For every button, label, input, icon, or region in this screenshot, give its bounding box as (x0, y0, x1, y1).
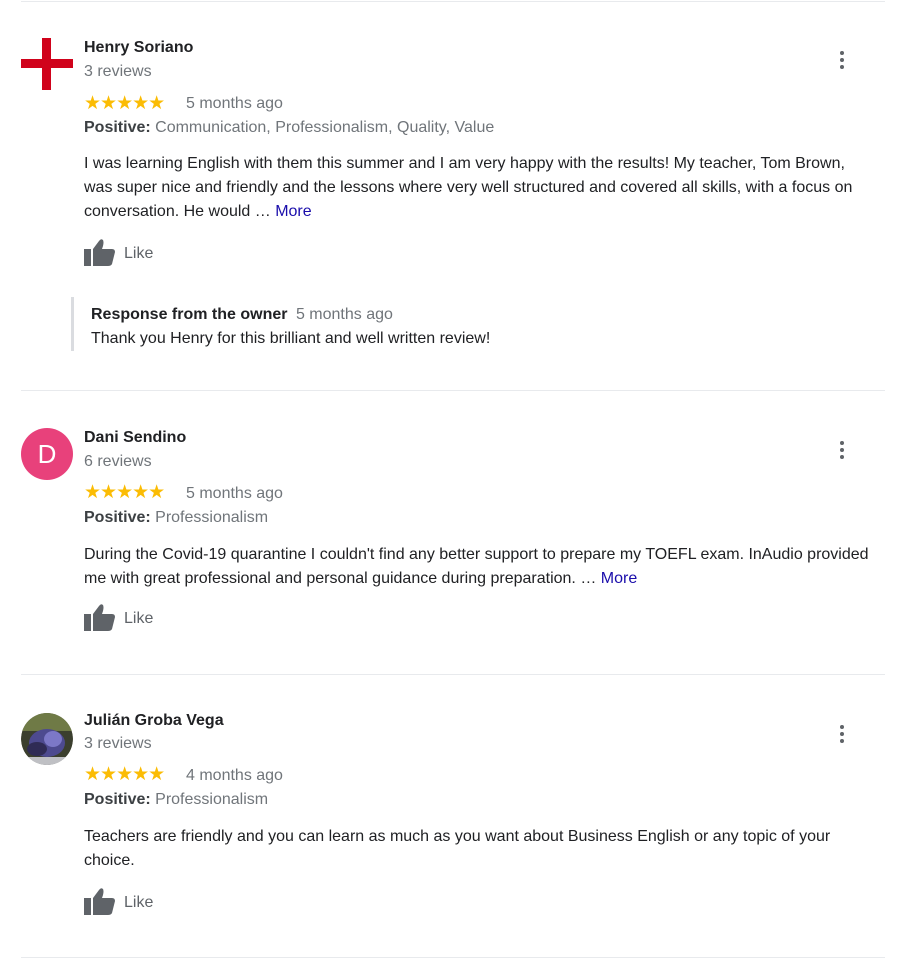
like-label: Like (124, 894, 154, 911)
avatar-photo[interactable] (21, 713, 73, 765)
review-date: 4 months ago (186, 767, 283, 784)
review-count: 3 reviews (84, 735, 152, 752)
reviewer-name[interactable]: Julián Groba Vega (84, 712, 224, 730)
thumbs-up-icon (84, 887, 116, 920)
star-rating: ★★★★★ (84, 764, 165, 785)
like-button[interactable]: Like (84, 887, 154, 920)
positive-label: Positive: (84, 791, 151, 808)
positive-attributes: Positive: Professionalism (84, 791, 268, 809)
positive-values: Professionalism (155, 791, 269, 808)
divider (21, 957, 885, 958)
more-options-icon[interactable] (830, 722, 854, 746)
review-card: Julián Groba Vega 3 reviews ★★★★★ 4 mont… (0, 0, 909, 959)
review-text: Teachers are friendly and you can learn … (84, 828, 831, 869)
